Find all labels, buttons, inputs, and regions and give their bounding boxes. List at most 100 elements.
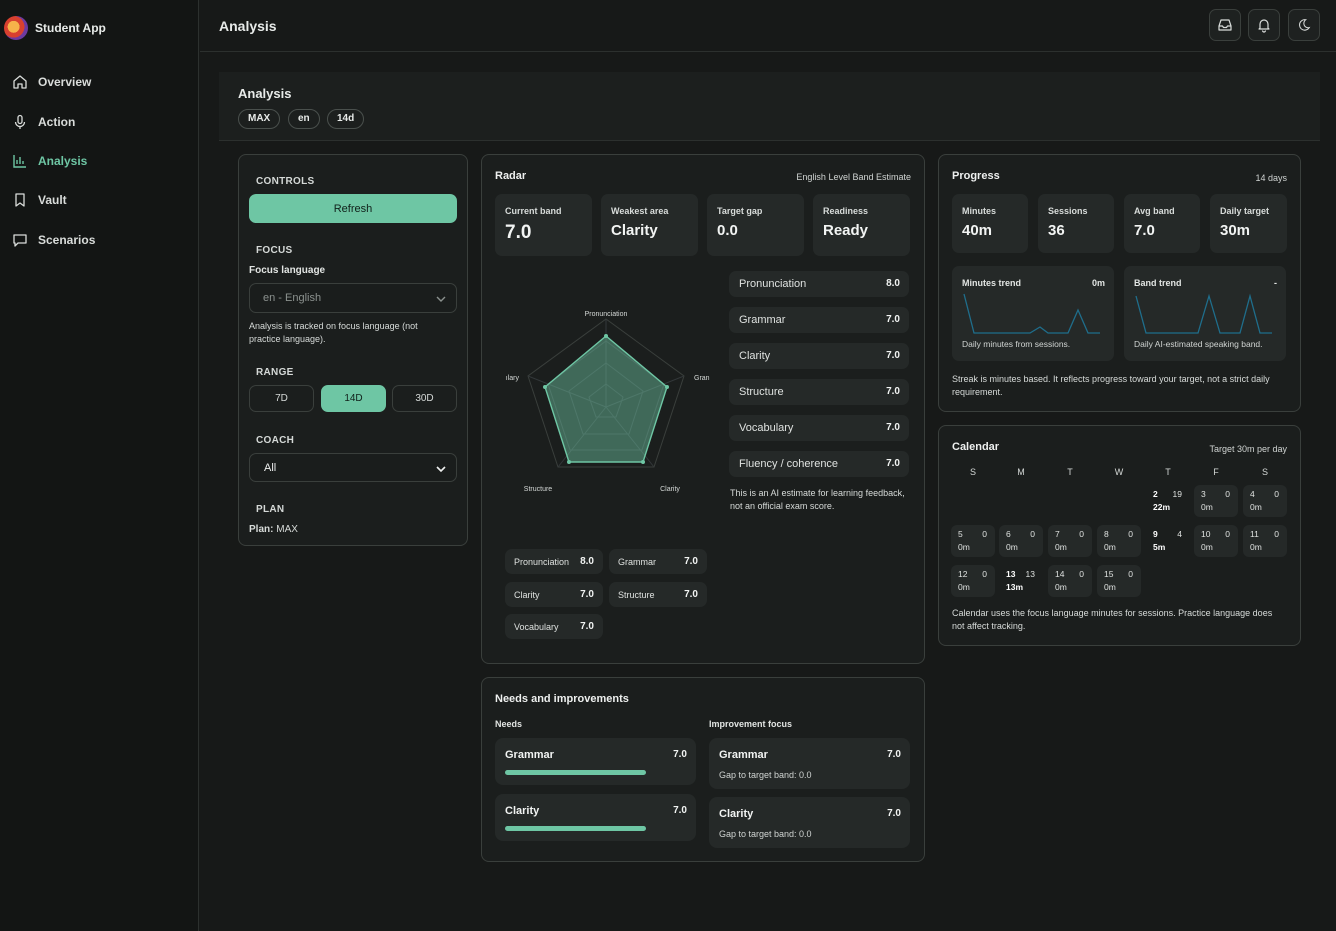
score-row-vocabulary: Vocabulary 7.0 <box>729 415 909 441</box>
calendar-day[interactable]: 10 0 0m <box>1194 525 1238 557</box>
app-name: Student App <box>35 21 106 35</box>
chevron-down-icon <box>436 466 446 473</box>
day-sessions: 0 <box>1274 489 1279 499</box>
moon-icon <box>1298 19 1311 31</box>
day-number: 13 <box>1006 569 1016 579</box>
stat-value: 7.0 <box>1134 222 1155 239</box>
score-row-grammar: Grammar 7.0 <box>729 307 909 333</box>
weekday-label: S <box>969 467 976 477</box>
page-title: Analysis <box>219 18 277 34</box>
radar-point <box>641 460 645 464</box>
radar-chart: Pronunciation Gran Clarity Structure ıla… <box>506 311 710 493</box>
stat-value: 36 <box>1048 222 1065 239</box>
calendar-day[interactable]: 6 0 0m <box>999 525 1043 557</box>
calendar-target: Target 30m per day <box>1209 444 1287 454</box>
range-14d-button[interactable]: 14D <box>321 385 386 412</box>
nav-item-analysis[interactable]: Analysis <box>12 151 87 171</box>
radar-title: Radar <box>495 170 527 182</box>
bar-chart-icon <box>13 155 26 168</box>
score-value: 7.0 <box>886 422 900 433</box>
refresh-button[interactable]: Refresh <box>249 194 457 223</box>
nav-item-action[interactable]: Action <box>12 112 75 132</box>
focus-item-grammar: Grammar 7.0 Gap to target band: 0.0 <box>709 738 910 789</box>
progress-stat-minutes: Minutes 40m <box>952 194 1028 253</box>
plan-heading: PLAN <box>256 504 285 515</box>
nav-item-overview[interactable]: Overview <box>12 72 91 92</box>
day-sessions: 0 <box>1128 569 1133 579</box>
day-number: 2 <box>1153 489 1158 499</box>
language-pill: en <box>288 109 320 129</box>
chip-name: Pronunciation <box>514 557 570 567</box>
nav-item-scenarios[interactable]: Scenarios <box>12 230 95 250</box>
calendar-day[interactable]: 14 0 0m <box>1048 565 1092 597</box>
radar-axis-label: Pronunciation <box>585 311 628 318</box>
day-minutes: 0m <box>958 582 970 592</box>
progress-period: 14 days <box>1255 173 1287 183</box>
focus-language-select[interactable]: en - English <box>249 283 457 313</box>
need-item-grammar: Grammar 7.0 <box>495 738 696 785</box>
calendar-day[interactable]: 8 0 0m <box>1097 525 1141 557</box>
range-7d-button[interactable]: 7D <box>249 385 314 412</box>
day-number: 3 <box>1201 489 1206 499</box>
need-progress-bar <box>505 770 646 775</box>
score-value: 7.0 <box>886 314 900 325</box>
radar-area <box>544 335 668 463</box>
day-minutes: 0m <box>1104 542 1116 552</box>
calendar-day[interactable]: 3 0 0m <box>1194 485 1238 517</box>
calendar-day[interactable]: 4 0 0m <box>1243 485 1287 517</box>
calendar-title: Calendar <box>952 441 1000 453</box>
weekday-label: M <box>1017 467 1025 477</box>
day-sessions: 0 <box>982 529 987 539</box>
bell-icon <box>1258 19 1270 33</box>
day-minutes: 0m <box>1250 502 1262 512</box>
needs-title: Needs and improvements <box>495 693 629 705</box>
stat-readiness: Readiness Ready <box>813 194 910 256</box>
range-30d-button[interactable]: 30D <box>392 385 457 412</box>
calendar-day[interactable]: 15 0 0m <box>1097 565 1141 597</box>
chip-grammar: Grammar 7.0 <box>609 549 707 574</box>
stat-value: 40m <box>962 222 993 239</box>
weekday-label: F <box>1213 467 1219 477</box>
range-heading: RANGE <box>256 367 294 378</box>
chip-value: 7.0 <box>684 556 698 567</box>
improvement-heading: Improvement focus <box>709 719 793 729</box>
inbox-button[interactable] <box>1209 9 1241 41</box>
focus-value: 7.0 <box>887 749 901 760</box>
radar-axis-label: Clarity <box>660 486 680 493</box>
day-number: 4 <box>1250 489 1255 499</box>
calendar-day[interactable]: 12 0 0m <box>951 565 995 597</box>
stat-label: Weakest area <box>611 206 669 216</box>
chip-pronunciation: Pronunciation 8.0 <box>505 549 603 574</box>
day-minutes: 0m <box>1006 542 1018 552</box>
brand[interactable]: Student App <box>4 16 106 40</box>
score-row-structure: Structure 7.0 <box>729 379 909 405</box>
notifications-button[interactable] <box>1248 9 1280 41</box>
topbar: Analysis <box>200 0 1336 52</box>
inbox-icon <box>1218 19 1232 31</box>
chevron-down-icon <box>436 296 446 302</box>
calendar-day[interactable]: 13 13 13m <box>999 565 1043 597</box>
score-value: 7.0 <box>886 386 900 397</box>
calendar-day[interactable]: 11 0 0m <box>1243 525 1287 557</box>
calendar-day[interactable]: 7 0 0m <box>1048 525 1092 557</box>
plan-label: Plan: <box>249 524 274 535</box>
chip-value: 8.0 <box>580 556 594 567</box>
coach-select[interactable]: All <box>249 453 457 482</box>
need-item-clarity: Clarity 7.0 <box>495 794 696 841</box>
nav-label: Action <box>38 115 76 129</box>
calendar-day[interactable]: 5 0 0m <box>951 525 995 557</box>
calendar-day[interactable]: 9 4 5m <box>1146 525 1190 557</box>
day-minutes: 0m <box>1250 542 1262 552</box>
radar-axis-label: ılary <box>506 375 520 382</box>
score-name: Fluency / coherence <box>739 458 839 470</box>
calendar-day[interactable]: 2 19 22m <box>1146 485 1190 517</box>
chip-name: Structure <box>618 590 655 600</box>
score-row-clarity: Clarity 7.0 <box>729 343 909 369</box>
theme-toggle-button[interactable] <box>1288 9 1320 41</box>
day-sessions: 0 <box>1128 529 1133 539</box>
nav-label: Scenarios <box>38 233 96 247</box>
nav-label: Vault <box>38 193 67 207</box>
day-minutes: 0m <box>1055 542 1067 552</box>
needs-heading: Needs <box>495 719 523 729</box>
nav-item-vault[interactable]: Vault <box>12 190 67 210</box>
